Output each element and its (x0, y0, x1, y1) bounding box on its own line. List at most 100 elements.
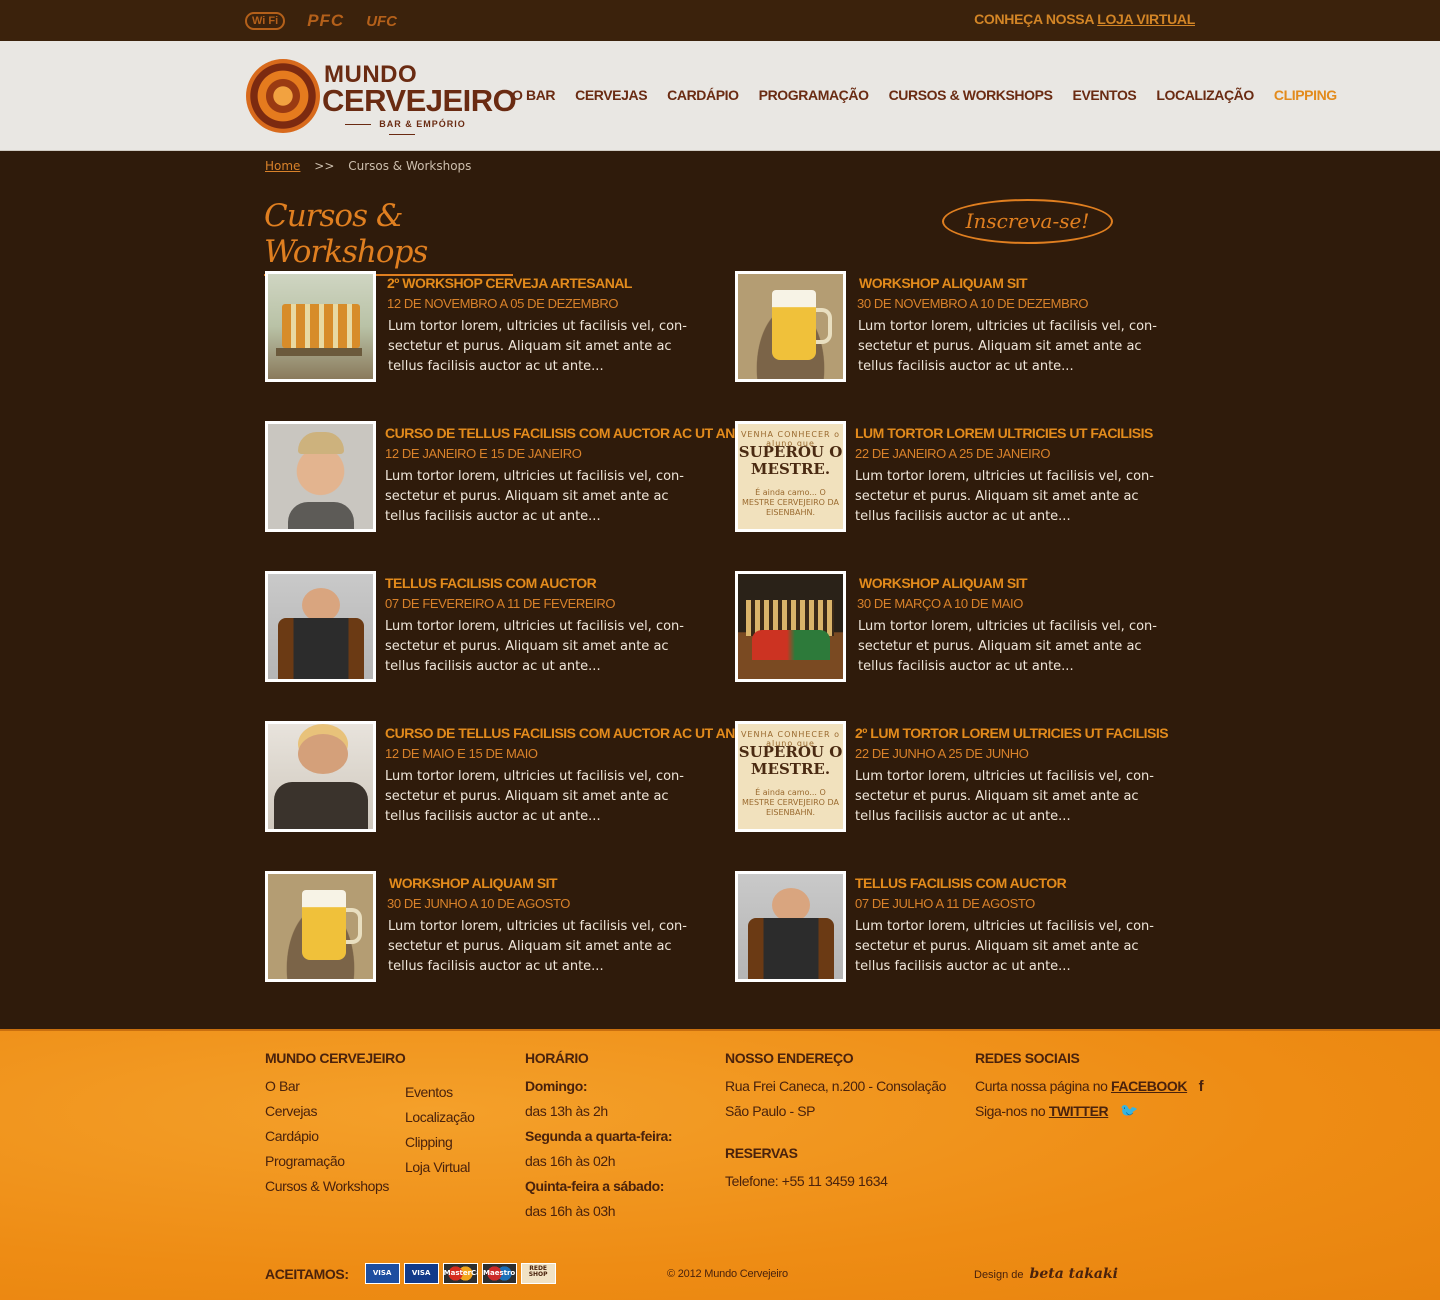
course-item[interactable]: WORKSHOP ALIQUAM SIT 30 DE MARÇO A 10 DE… (735, 571, 1175, 683)
footer-links-a: O Bar Cervejas Cardápio Programação Curs… (265, 1074, 405, 1199)
course-title[interactable]: WORKSHOP ALIQUAM SIT (859, 275, 1028, 291)
footer-address-title: NOSSO ENDEREÇO (725, 1050, 854, 1066)
course-image (268, 874, 373, 979)
course-title[interactable]: CURSO DE TELLUS FACILISIS COM AUCTOR AC … (385, 425, 752, 441)
hours-day: Quinta-feira a sábado: (525, 1178, 665, 1194)
course-thumbnail[interactable] (265, 871, 376, 982)
course-thumbnail[interactable]: VENHA CONHECER o aluno que SUPEROU O MEST… (735, 421, 846, 532)
course-date: 07 DE JULHO A 11 DE AGOSTO (855, 896, 1035, 911)
course-image (268, 274, 373, 379)
course-item[interactable]: WORKSHOP ALIQUAM SIT 30 DE NOVEMBRO A 10… (735, 271, 1175, 383)
twitter-link[interactable]: TWITTER (1049, 1103, 1109, 1119)
course-date: 22 DE JANEIRO A 25 DE JANEIRO (855, 446, 1051, 461)
site-footer (0, 1029, 1440, 1300)
logo-subtitle: BAR & EMPÓRIO (324, 119, 479, 139)
course-title[interactable]: TELLUS FACILISIS COM AUCTOR (855, 875, 1067, 891)
mastercard-icon: MasterCard (442, 1263, 478, 1284)
course-title[interactable]: WORKSHOP ALIQUAM SIT (859, 575, 1028, 591)
redeshop-card-icon: REDE SHOP (520, 1263, 556, 1284)
nav-item-eventos[interactable]: EVENTOS (1073, 87, 1137, 103)
designer-signature: beta takaki (1029, 1266, 1118, 1282)
twitter-icon[interactable]: 🐦 (1120, 1099, 1139, 1124)
footer-link-programacao[interactable]: Programação (265, 1149, 405, 1174)
course-description: Lum tortor lorem, ultricies ut facilisis… (385, 619, 684, 674)
nav-item-localizacao[interactable]: LOCALIZAÇÃO (1156, 87, 1254, 103)
course-item[interactable]: TELLUS FACILISIS COM AUCTOR 07 DE JULHO … (735, 871, 1175, 983)
course-title[interactable]: 2º WORKSHOP CERVEJA ARTESANAL (387, 275, 633, 291)
breadcrumb-separator: >> (314, 159, 335, 173)
signup-button[interactable]: Inscreva-se! (942, 199, 1113, 244)
course-thumbnail[interactable] (265, 571, 376, 682)
copyright: © 2012 Mundo Cervejeiro (667, 1268, 788, 1280)
site-logo[interactable]: MUNDO CERVEJEIRO BAR & EMPÓRIO (246, 59, 517, 133)
footer-hours-title: HORÁRIO (525, 1050, 589, 1066)
course-image (738, 874, 843, 979)
course-thumbnail[interactable] (265, 721, 376, 832)
course-thumbnail[interactable] (735, 271, 846, 382)
nav-item-programacao[interactable]: PROGRAMAÇÃO (759, 87, 869, 103)
course-description: Lum tortor lorem, ultricies ut facilisis… (385, 469, 684, 524)
course-thumbnail[interactable] (735, 571, 846, 682)
nav-item-o-bar[interactable]: O BAR (512, 87, 556, 103)
course-description: Lum tortor lorem, ultricies ut facilisis… (858, 319, 1157, 374)
course-item[interactable]: VENHA CONHECER o aluno que SUPEROU O MEST… (735, 421, 1175, 533)
nav-item-clipping[interactable]: CLIPPING (1274, 87, 1337, 103)
footer-link-clipping[interactable]: Clipping (405, 1130, 475, 1155)
accept-label: ACEITAMOS: (265, 1265, 349, 1282)
footer-link-loja-virtual[interactable]: Loja Virtual (405, 1155, 475, 1180)
course-item[interactable]: VENHA CONHECER o aluno que SUPEROU O MEST… (735, 721, 1175, 833)
course-title[interactable]: TELLUS FACILISIS COM AUCTOR (385, 575, 597, 591)
nav-item-cardapio[interactable]: CARDÁPIO (667, 87, 739, 103)
store-link[interactable]: LOJA VIRTUAL (1097, 11, 1195, 27)
facebook-icon[interactable]: f (1199, 1074, 1204, 1099)
main-nav: O BAR CERVEJAS CARDÁPIO PROGRAMAÇÃO CURS… (512, 87, 1337, 103)
pfc-badge: PFC (307, 11, 345, 30)
footer-site-title: MUNDO CERVEJEIRO (265, 1050, 406, 1066)
ufc-badge: UFC (366, 12, 398, 30)
footer-link-localizacao[interactable]: Localização (405, 1105, 475, 1130)
course-item[interactable]: CURSO DE TELLUS FACILISIS COM AUCTOR AC … (265, 421, 752, 533)
nav-item-cervejas[interactable]: CERVEJAS (575, 87, 647, 103)
partner-badges: Wi Fi PFC UFC (245, 11, 397, 31)
footer-link-cursos[interactable]: Cursos & Workshops (265, 1174, 405, 1199)
course-title[interactable]: 2º LUM TORTOR LOREM ULTRICIES UT FACILIS… (855, 725, 1169, 741)
course-item[interactable]: WORKSHOP ALIQUAM SIT 30 DE JUNHO A 10 DE… (265, 871, 705, 983)
footer-link-cardapio[interactable]: Cardápio (265, 1124, 405, 1149)
reservation-phone: Telefone: +55 11 3459 1634 (725, 1173, 888, 1189)
course-thumbnail[interactable] (265, 421, 376, 532)
hours-day: Segunda a quarta-feira: (525, 1128, 673, 1144)
breadcrumb: Home >> Cursos & Workshops (265, 159, 471, 173)
footer-col-hours: HORÁRIO Domingo: das 13h às 2h Segunda a… (525, 1050, 673, 1224)
footer-col-address: NOSSO ENDEREÇO Rua Frei Caneca, n.200 - … (725, 1050, 946, 1194)
site-header: MUNDO CERVEJEIRO BAR & EMPÓRIO O BAR CER… (0, 41, 1440, 151)
course-item[interactable]: 2º WORKSHOP CERVEJA ARTESANAL 12 DE NOVE… (265, 271, 705, 383)
breadcrumb-home[interactable]: Home (265, 159, 300, 173)
course-title[interactable]: CURSO DE TELLUS FACILISIS COM AUCTOR AC … (385, 725, 752, 741)
visa-card-icon: VISA (364, 1263, 400, 1284)
course-thumbnail[interactable] (265, 271, 376, 382)
footer-col-social: REDES SOCIAIS Curta nossa página no FACE… (975, 1050, 1204, 1124)
address-line: Rua Frei Caneca, n.200 - Consolação (725, 1078, 947, 1094)
address-city: São Paulo - SP (725, 1103, 816, 1119)
footer-link-eventos[interactable]: Eventos (405, 1080, 475, 1105)
course-item[interactable]: TELLUS FACILISIS COM AUCTOR 07 DE FEVERE… (265, 571, 705, 683)
course-date: 12 DE JANEIRO E 15 DE JANEIRO (385, 446, 582, 461)
course-title[interactable]: WORKSHOP ALIQUAM SIT (389, 875, 558, 891)
logo-line2: CERVEJEIRO (322, 83, 517, 118)
course-item[interactable]: CURSO DE TELLUS FACILISIS COM AUCTOR AC … (265, 721, 752, 833)
footer-link-cervejas[interactable]: Cervejas (265, 1099, 405, 1124)
hours-time: das 16h às 02h (525, 1153, 616, 1169)
hours-list: Domingo: das 13h às 2h Segunda a quarta-… (525, 1074, 673, 1224)
footer-link-o-bar[interactable]: O Bar (265, 1074, 405, 1099)
designer-credit[interactable]: Design de beta takaki (974, 1266, 1118, 1282)
course-title[interactable]: LUM TORTOR LOREM ULTRICIES UT FACILISIS (855, 425, 1153, 441)
course-image: VENHA CONHECER o aluno que SUPEROU O MEST… (738, 424, 843, 529)
nav-item-cursos-workshops[interactable]: CURSOS & WORKSHOPS (889, 87, 1053, 103)
logo-swirl-icon (246, 59, 320, 133)
course-thumbnail[interactable] (735, 871, 846, 982)
course-thumbnail[interactable]: VENHA CONHECER o aluno que SUPEROU O MEST… (735, 721, 846, 832)
facebook-link[interactable]: FACEBOOK (1111, 1078, 1188, 1094)
course-image (738, 574, 843, 679)
course-date: 30 DE NOVEMBRO A 10 DE DEZEMBRO (857, 296, 1089, 311)
course-date: 12 DE NOVEMBRO A 05 DE DEZEMBRO (387, 296, 619, 311)
